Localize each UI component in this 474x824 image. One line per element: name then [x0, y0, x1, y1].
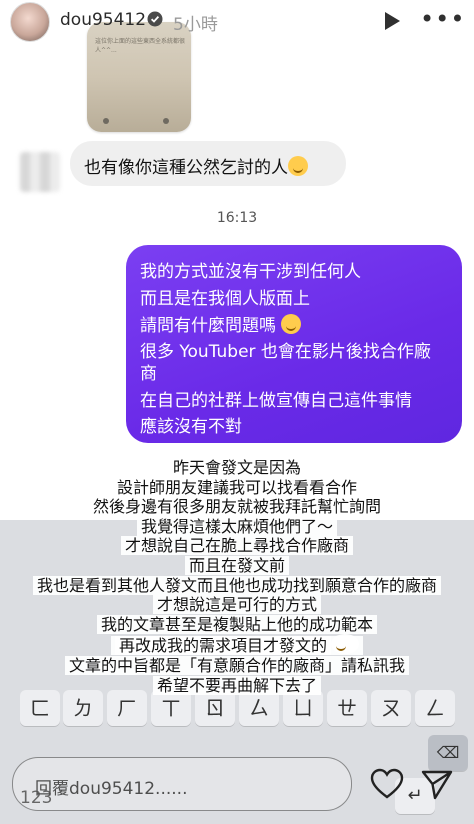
- caption-line: 我也是看到其他人發文而且他也成功找到願意合作的廠商: [32, 575, 441, 595]
- caption-line: 希望不要再曲解下去了: [152, 675, 321, 695]
- post-time: 5小時: [173, 15, 218, 35]
- send-icon[interactable]: [421, 770, 453, 800]
- backspace-icon: ⌫: [428, 735, 468, 771]
- outgoing-line: 而且是在我個人版面上: [140, 289, 310, 309]
- caption-line: 我的文章甚至是複製貼上他的成功範本: [96, 614, 377, 634]
- reply-placeholder: 回覆dou95412......: [35, 779, 188, 799]
- story-viewer: 這位你上面的這些東西全系統都很人^^... 也有像你這種公然乞討的人 16:13…: [0, 0, 474, 824]
- story-caption: 昨天會發文是因為 設計師朋友建議我可以找看看合作 然後身邊有很多朋友就被我拜託幫…: [0, 458, 474, 695]
- caption-line: 然後身邊有很多朋友就被我拜託幫忙詢問: [88, 497, 385, 517]
- image-dot: [103, 118, 109, 124]
- outgoing-line: 我的方式並沒有干涉到任何人: [140, 262, 361, 282]
- heart-icon[interactable]: [370, 768, 404, 800]
- keyboard-key: ㄥ: [415, 690, 455, 726]
- keyboard-key: ㄖ: [195, 690, 235, 726]
- outgoing-line: 很多 YouTuber 也會在影片後找合作廠: [140, 342, 431, 362]
- image-dot: [163, 118, 169, 124]
- keyboard-key: ㄩ: [283, 690, 323, 726]
- incoming-message-bubble: 也有像你這種公然乞討的人: [70, 141, 346, 186]
- caption-line: 設計師朋友建議我可以找看看合作: [112, 477, 361, 497]
- more-options-icon[interactable]: •••: [420, 7, 465, 31]
- reply-input[interactable]: 回覆dou95412......: [12, 757, 352, 811]
- chat-screenshot: 這位你上面的這些東西全系統都很人^^... 也有像你這種公然乞討的人 16:13…: [0, 0, 474, 824]
- caption-line: 再改成我的需求項目才發文的: [114, 636, 331, 656]
- keyboard-key: ㄝ: [327, 690, 367, 726]
- caption-line: 我覺得這樣太麻煩他們了～: [136, 516, 337, 536]
- smiling-emoji-icon: [281, 314, 302, 334]
- outgoing-line: 請問有什麼問題嗎: [140, 316, 276, 336]
- smiling-emoji-icon: [288, 156, 308, 176]
- keyboard-key: ㄏ: [107, 690, 147, 726]
- keyboard-key: ㄙ: [239, 690, 279, 726]
- caption-line: 而且在發文前: [184, 555, 289, 575]
- keyboard-key: ㄒ: [151, 690, 191, 726]
- incoming-message-text: 也有像你這種公然乞討的人: [84, 158, 288, 178]
- outgoing-message-bubble: 我的方式並沒有干涉到任何人 而且是在我個人版面上 請問有什麼問題嗎 很多 You…: [126, 245, 462, 443]
- outgoing-line: 在自己的社群上做宣傳自己這件事情: [140, 391, 412, 411]
- play-icon[interactable]: [383, 11, 401, 31]
- caption-line: 才想說這是可行的方式: [152, 595, 321, 615]
- caption-line: 昨天會發文是因為: [168, 458, 305, 477]
- outgoing-line: 應該沒有不對: [140, 417, 242, 437]
- story-header: dou95412 5小時 •••: [0, 0, 474, 44]
- verified-badge-icon: [147, 11, 163, 27]
- sweat-smile-emoji-icon: [331, 634, 359, 655]
- keyboard-key: ㄡ: [371, 690, 411, 726]
- keyboard-key: ㄉ: [63, 690, 103, 726]
- caption-line: 文章的中旨都是「有意願合作的廠商」請私訊我: [64, 655, 409, 675]
- keyboard-key: ㄈ: [20, 690, 60, 726]
- blurred-avatar: [20, 152, 60, 192]
- username[interactable]: dou95412: [60, 10, 146, 30]
- outgoing-line: 商: [140, 364, 157, 384]
- caption-line: 才想說自己在脆上尋找合作廠商: [120, 536, 353, 556]
- avatar[interactable]: [10, 2, 50, 42]
- message-timestamp: 16:13: [216, 210, 258, 226]
